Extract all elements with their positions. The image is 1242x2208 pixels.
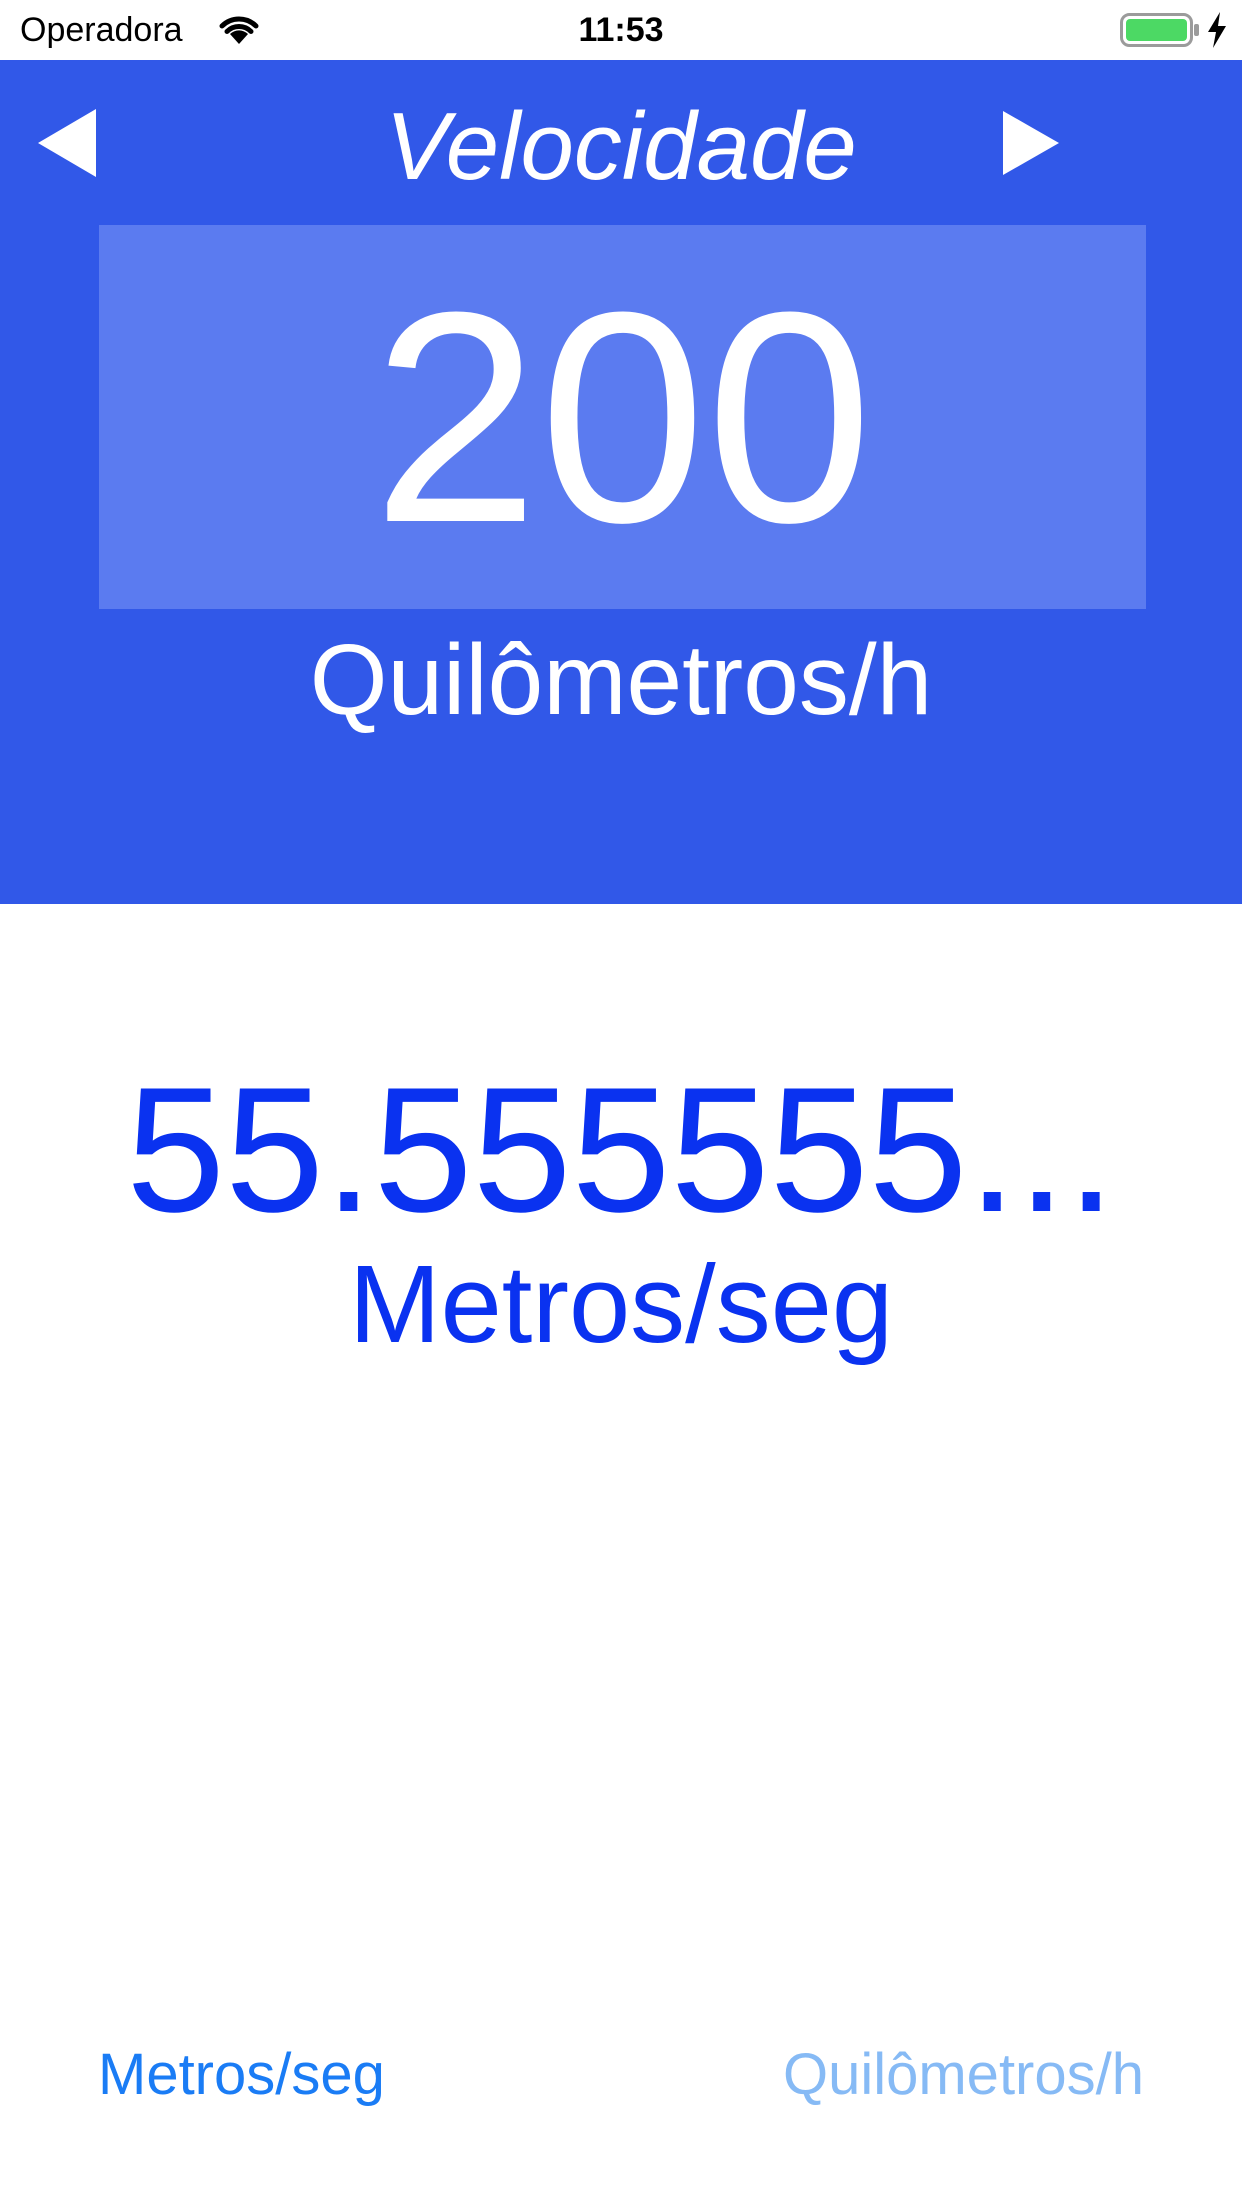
result-unit-label: Metros/seg bbox=[348, 1243, 894, 1366]
charging-icon bbox=[1208, 12, 1226, 48]
next-category-icon[interactable] bbox=[995, 105, 1065, 181]
unit-option-quilometros-h[interactable]: Quilômetros/h bbox=[783, 2040, 1144, 2110]
status-bar: Operadora 11:53 bbox=[0, 0, 1242, 60]
input-value-box[interactable]: 200 bbox=[99, 225, 1146, 609]
result-value: 55.555555... bbox=[126, 1050, 1116, 1249]
input-unit-label: Quilômetros/h bbox=[309, 624, 933, 736]
conversion-header: Velocidade 200 Quilômetros/h bbox=[0, 60, 1242, 904]
battery-icon bbox=[1120, 13, 1199, 47]
unit-option-metros-seg[interactable]: Metros/seg bbox=[98, 2040, 385, 2110]
input-value-field[interactable]: 200 bbox=[99, 225, 1146, 609]
status-time: 11:53 bbox=[578, 11, 664, 49]
